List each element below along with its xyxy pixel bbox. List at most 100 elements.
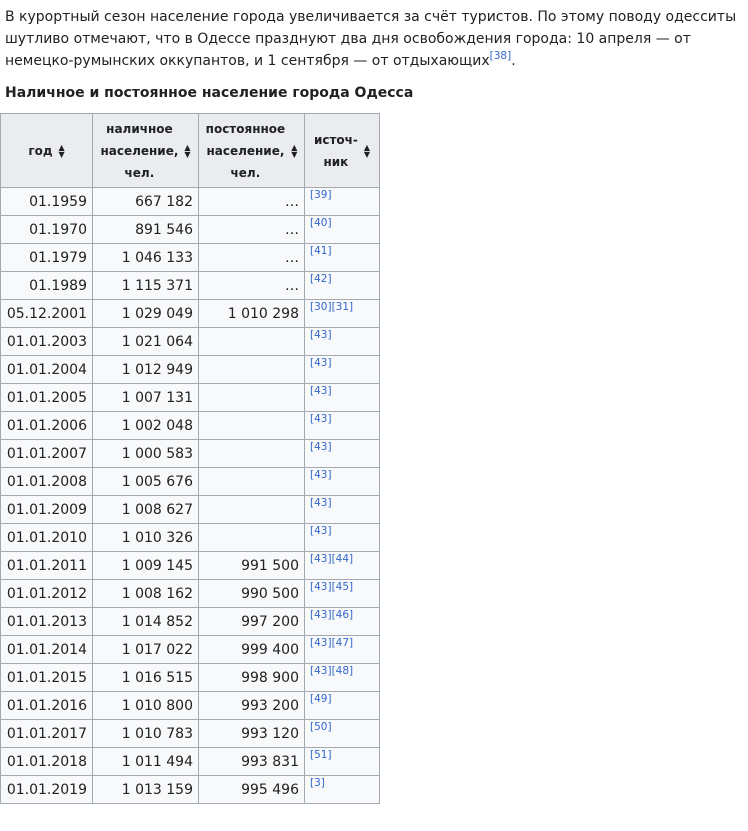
sort-arrows-icon[interactable]: ▲ ▼	[364, 143, 370, 158]
cell-source: [43]	[304, 411, 380, 440]
cell-present-population: 1 008 162	[92, 579, 199, 608]
cell-source: [43]	[304, 467, 380, 496]
reference-link[interactable]: [43]	[310, 637, 332, 649]
cell-source: [30][31]	[304, 299, 380, 328]
reference-link[interactable]: [30]	[310, 301, 332, 313]
cell-source: [43]	[304, 327, 380, 356]
reference-link[interactable]: [43]	[310, 581, 332, 593]
cell-permanent-population: 993 120	[198, 719, 305, 748]
reference-link[interactable]: [49]	[310, 693, 332, 705]
cell-year: 01.01.2016	[0, 691, 93, 720]
column-header-permanent-population[interactable]: постоянное население, чел. ▲ ▼	[198, 113, 305, 188]
cell-year: 01.01.2017	[0, 719, 93, 748]
cell-source: [39]	[304, 187, 380, 216]
cell-permanent-population	[198, 383, 305, 412]
cell-source: [43][45]	[304, 579, 380, 608]
cell-year: 01.01.2009	[0, 495, 93, 524]
cell-present-population: 1 007 131	[92, 383, 199, 412]
intro-text: В курортный сезон население города увели…	[5, 9, 737, 69]
cell-present-population: 1 013 159	[92, 775, 199, 804]
reference-link[interactable]: [43]	[310, 413, 332, 425]
reference-link[interactable]: [3]	[310, 777, 325, 789]
reference-link[interactable]: [43]	[310, 665, 332, 677]
cell-year: 01.01.2019	[0, 775, 93, 804]
reference-link[interactable]: [43]	[310, 469, 332, 481]
cell-year: 01.01.2004	[0, 355, 93, 384]
reference-link[interactable]: [42]	[310, 273, 332, 285]
reference-link[interactable]: [48]	[332, 665, 354, 677]
reference-link[interactable]: [41]	[310, 245, 332, 257]
reference-link[interactable]: [43]	[310, 441, 332, 453]
cell-source: [43]	[304, 523, 380, 552]
reference-link[interactable]: [43]	[310, 553, 332, 565]
reference-link[interactable]: [40]	[310, 217, 332, 229]
table-row: 01.1959 667 182… [39]	[0, 187, 380, 216]
reference-link[interactable]: [39]	[310, 189, 332, 201]
cell-permanent-population: 993 200	[198, 691, 305, 720]
reference-link[interactable]: [43]	[310, 329, 332, 341]
cell-year: 01.1989	[0, 271, 93, 300]
cell-year: 01.01.2013	[0, 607, 93, 636]
reference-link[interactable]: [43]	[310, 357, 332, 369]
cell-permanent-population	[198, 327, 305, 356]
sort-arrows-icon[interactable]: ▲ ▼	[59, 143, 65, 158]
cell-permanent-population	[198, 495, 305, 524]
cell-year: 01.01.2007	[0, 439, 93, 468]
cell-present-population: 1 017 022	[92, 635, 199, 664]
cell-permanent-population: 997 200	[198, 607, 305, 636]
intro-reference[interactable]: [38]	[490, 50, 512, 62]
sort-arrows-icon[interactable]: ▲ ▼	[184, 143, 190, 158]
table-caption: Наличное и постоянное население города О…	[5, 85, 414, 101]
cell-permanent-population: 991 500	[198, 551, 305, 580]
cell-permanent-population: 1 010 298	[198, 299, 305, 328]
table-row: 01.01.2013 1 014 852 997 200 [43][46]	[0, 607, 380, 636]
cell-year: 01.01.2014	[0, 635, 93, 664]
cell-source: [43][48]	[304, 663, 380, 692]
reference-link[interactable]: [47]	[332, 637, 354, 649]
cell-present-population: 1 029 049	[92, 299, 199, 328]
reference-link[interactable]: [43]	[310, 525, 332, 537]
column-header-source[interactable]: источ-ник ▲ ▼	[304, 113, 380, 188]
table-body: 01.1959 667 182… [39] 01.1970 891 546… [40] 01…	[0, 187, 380, 804]
cell-source: [43]	[304, 383, 380, 412]
cell-year: 01.01.2005	[0, 383, 93, 412]
cell-source: [51]	[304, 747, 380, 776]
table-row: 01.01.2006 1 002 048 [43]	[0, 411, 380, 440]
reference-link[interactable]: [44]	[332, 553, 354, 565]
cell-present-population: 1 009 145	[92, 551, 199, 580]
reference-link[interactable]: [46]	[332, 609, 354, 621]
cell-source: [43]	[304, 439, 380, 468]
column-header-permanent-population-label: постоянное население, чел.	[205, 121, 286, 180]
table-row: 01.1970 891 546… [40]	[0, 215, 380, 244]
cell-year: 01.01.2006	[0, 411, 93, 440]
column-header-year-label: год	[28, 143, 53, 158]
sort-arrows-icon[interactable]: ▲ ▼	[291, 143, 297, 158]
cell-permanent-population: 990 500	[198, 579, 305, 608]
column-header-year[interactable]: год ▲ ▼	[0, 113, 93, 188]
reference-link[interactable]: [43]	[310, 497, 332, 509]
cell-year: 01.1959	[0, 187, 93, 216]
reference-link[interactable]: [45]	[332, 581, 354, 593]
table-row: 01.01.2016 1 010 800 993 200 [49]	[0, 691, 380, 720]
cell-present-population: 1 046 133	[92, 243, 199, 272]
table-header-row: год ▲ ▼ наличное население, чел. ▲ ▼ постоянно…	[0, 113, 380, 188]
cell-year: 05.12.2001	[0, 299, 93, 328]
column-header-present-population[interactable]: наличное население, чел. ▲ ▼	[92, 113, 199, 188]
reference-link[interactable]: [43]	[310, 385, 332, 397]
cell-source: [43]	[304, 495, 380, 524]
table-row: 05.12.2001 1 029 049 1 010 298 [30][31]	[0, 299, 380, 328]
reference-link[interactable]: [31]	[332, 301, 354, 313]
cell-present-population: 1 011 494	[92, 747, 199, 776]
cell-year: 01.1970	[0, 215, 93, 244]
cell-permanent-population	[198, 439, 305, 468]
table-row: 01.01.2014 1 017 022 999 400 [43][47]	[0, 635, 380, 664]
cell-permanent-population: 998 900	[198, 663, 305, 692]
reference-link[interactable]: [43]	[310, 609, 332, 621]
table-row: 01.01.2008 1 005 676 [43]	[0, 467, 380, 496]
column-header-source-label: источ-ник	[313, 132, 358, 169]
reference-link[interactable]: [50]	[310, 721, 332, 733]
cell-source: [43][47]	[304, 635, 380, 664]
reference-link[interactable]: [51]	[310, 749, 332, 761]
cell-year: 01.01.2008	[0, 467, 93, 496]
table-row: 01.01.2019 1 013 159 995 496 [3]	[0, 775, 380, 804]
